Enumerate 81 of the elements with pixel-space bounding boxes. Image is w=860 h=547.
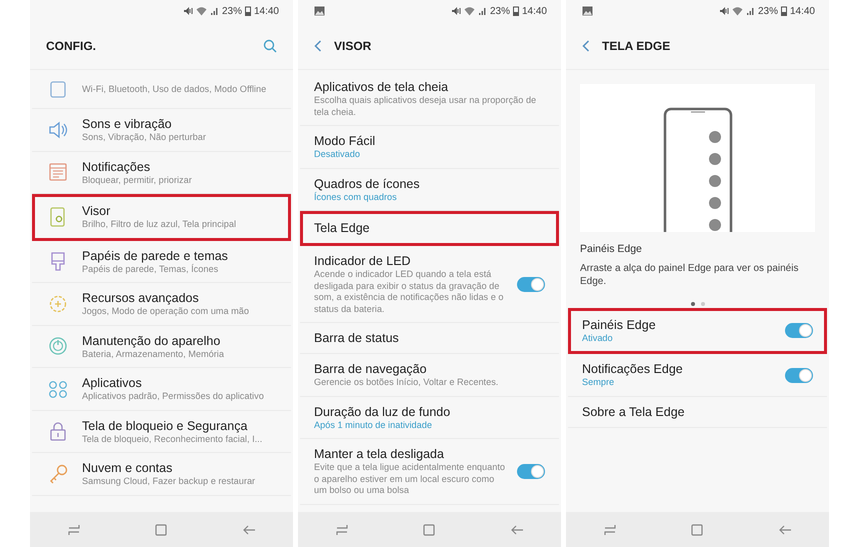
setting-title[interactable]: Manutenção do aparelho (82, 332, 277, 348)
battery-icon (780, 6, 787, 16)
signal-icon (210, 6, 219, 16)
battery-icon (512, 6, 519, 16)
signal-icon (478, 6, 487, 16)
battery-percent: 23% (758, 4, 778, 18)
recent-apps-icon[interactable] (67, 524, 82, 536)
setting-description: Bloquear, permitir, priorizar (82, 174, 193, 186)
setting-title[interactable]: Quadros de ícones (314, 176, 545, 192)
setting-title[interactable]: Aplicativos (82, 375, 277, 391)
mute-icon (182, 6, 193, 16)
setting-title[interactable]: Barra de navegação (314, 361, 545, 377)
setting-value: Após 1 minuto de inatividade (314, 420, 433, 431)
battery-percent: 23% (490, 4, 510, 18)
setting-description: Papéis de parede, Temas, Ícones (82, 264, 220, 275)
setting-title[interactable]: Nuvem e contas (82, 460, 277, 476)
screen-title: TELA EDGE (602, 38, 670, 54)
setting-description: Gerencie os botões Início, Voltar e Recentes. (314, 377, 500, 388)
setting-value: Ícones com quadros (314, 192, 398, 203)
setting-description: Acende o indicador LED quando a tela está desligada para exibir o status da gravação de som, a existência de notificações não lidas e o status da bateria. (314, 269, 504, 315)
status-time: 14:40 (254, 4, 279, 18)
setting-title[interactable]: Barra de status (314, 330, 545, 346)
toggle-switch[interactable] (517, 464, 545, 479)
recent-apps-icon[interactable] (603, 524, 618, 536)
setting-title[interactable]: Sobre a Tela Edge (582, 404, 813, 420)
setting-title[interactable]: Manter a tela desligada (314, 446, 507, 462)
search-icon[interactable] (263, 38, 277, 52)
page-dot[interactable] (690, 302, 694, 306)
wifi-icon (732, 6, 743, 16)
screen-title: CONFIG. (46, 38, 96, 54)
setting-description: Samsung Cloud, Fazer backup e restaurar (82, 476, 256, 488)
home-icon[interactable] (155, 524, 168, 536)
setting-value: Sempre (582, 377, 616, 389)
setting-title[interactable]: Aplicativos de tela cheia (314, 79, 545, 95)
setting-description: Escolha quais aplicativos deseja usar na proporção de tela cheia. (314, 95, 538, 118)
setting-description: Sons, Vibração, Não perturbar (82, 132, 207, 144)
setting-value: Desativado (314, 149, 361, 160)
setting-title[interactable]: Painéis Edge (582, 316, 775, 333)
setting-title[interactable]: Indicador de LED (314, 253, 507, 269)
battery-icon (244, 6, 251, 16)
recent-apps-icon[interactable] (335, 524, 350, 536)
setting-description: Tela de bloqueio, Reconhecimento facial, I... (82, 434, 264, 445)
wifi-icon (464, 6, 475, 16)
setting-title[interactable]: Modo Fácil (314, 133, 545, 149)
toggle-switch[interactable] (785, 323, 813, 338)
carousel-title: Painéis Edge (580, 242, 643, 257)
setting-title[interactable]: Tela de bloqueio e Segurança (82, 418, 277, 434)
setting-title[interactable]: Notificações (82, 158, 277, 174)
home-icon[interactable] (423, 524, 436, 536)
back-arrow-icon[interactable] (510, 524, 524, 536)
status-time: 14:40 (790, 4, 815, 18)
mute-icon (450, 6, 461, 16)
signal-icon (746, 6, 755, 16)
back-arrow-icon[interactable] (242, 524, 256, 536)
screen-title: VISOR (334, 38, 372, 54)
home-icon[interactable] (691, 524, 704, 536)
back-icon[interactable] (582, 40, 590, 52)
setting-description: Aplicativos padrão, Permissões do aplicativo (82, 391, 265, 402)
setting-description: Brilho, Filtro de luz azul, Tela principal (82, 219, 238, 230)
mute-icon (718, 6, 729, 16)
setting-title[interactable]: Recursos avançados (82, 290, 277, 306)
setting-description: Wi-Fi, Bluetooth, Uso de dados, Modo Offline (82, 84, 268, 96)
setting-title[interactable]: Notificações Edge (582, 361, 775, 378)
setting-description: Evite que a tela ligue acidentalmente enquanto o aparelho estiver em um local escuro como um bolso ou uma bolsa (314, 462, 506, 496)
setting-title[interactable]: Papéis de parede e temas (82, 248, 277, 264)
setting-title[interactable]: Tela Edge (314, 220, 545, 236)
battery-percent: 23% (222, 4, 242, 18)
setting-description: Bateria, Armazenamento, Memória (82, 348, 225, 360)
carousel-text: Arraste a alça do painel Edge para ver os painéis Edge. (580, 262, 800, 288)
wifi-icon (196, 6, 207, 16)
setting-description: Jogos, Modo de operação com uma mão (82, 306, 250, 318)
back-arrow-icon[interactable] (778, 524, 792, 536)
page-dot[interactable] (700, 302, 704, 306)
setting-title[interactable]: Visor (82, 203, 277, 219)
setting-title[interactable]: Sons e vibração (82, 116, 277, 132)
status-time: 14:40 (522, 4, 547, 18)
toggle-switch[interactable] (517, 276, 545, 292)
setting-title[interactable]: Duração da luz de fundo (314, 404, 545, 420)
toggle-switch[interactable] (785, 368, 813, 382)
back-icon[interactable] (314, 40, 322, 52)
setting-value: Ativado (582, 332, 614, 344)
